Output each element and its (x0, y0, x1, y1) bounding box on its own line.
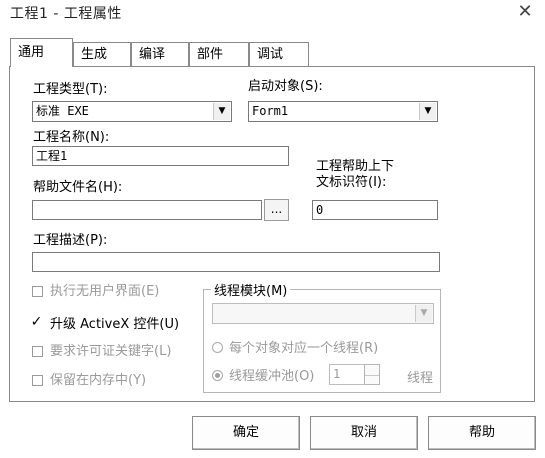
help-file-label: 帮助文件名(H): (33, 180, 123, 195)
project-description-label: 工程描述(P): (33, 233, 108, 248)
chevron-down-icon[interactable]: ▼ (213, 103, 230, 120)
unattended-label: 执行无用户界面(E) (50, 284, 160, 299)
close-icon: ✕ (517, 1, 533, 22)
thread-pool-radio[interactable] (212, 370, 223, 381)
help-file-input[interactable] (32, 200, 262, 220)
browse-label: ... (270, 202, 283, 216)
chevron-down-icon[interactable]: ▼ (419, 103, 436, 120)
tab-general[interactable]: 通用 (10, 38, 73, 67)
help-button-label: 帮助 (468, 425, 495, 440)
thread-pool-label: 线程缓冲池(O) (229, 369, 315, 384)
project-description-input[interactable] (32, 252, 440, 272)
close-button[interactable]: ✕ (510, 0, 540, 24)
project-type-value: 标准 EXE (36, 104, 89, 118)
require-license-label: 要求许可证关键字(L) (50, 344, 172, 359)
project-type-combo[interactable]: 标准 EXE ▼ (32, 101, 232, 122)
help-context-label-line-2: 文标识符(I): (316, 175, 387, 190)
browse-button[interactable]: ... (264, 199, 289, 221)
window-title: 工程1 - 工程属性 (10, 6, 122, 22)
thread-pool-spinner[interactable] (364, 364, 380, 385)
threading-model-title: 线程模块(M) (211, 280, 291, 299)
spinner-divider (365, 375, 379, 376)
upgrade-activex-label: 升级 ActiveX 控件(U) (50, 317, 180, 332)
thread-per-object-radio[interactable] (212, 342, 223, 353)
retain-in-memory-label: 保留在内存中(Y) (50, 373, 147, 388)
thread-pool-input[interactable]: 1 (329, 364, 366, 385)
project-name-input[interactable]: 工程1 (32, 146, 289, 166)
retain-in-memory-checkbox[interactable] (32, 375, 43, 386)
help-context-label: 工程帮助上下 文标识符(I): (316, 159, 394, 191)
cancel-button-label: 取消 (350, 425, 377, 440)
ok-button-label: 确定 (232, 425, 259, 440)
tab-components[interactable]: 部件 (189, 42, 249, 66)
threading-model-combo[interactable]: ▼ (212, 303, 434, 324)
tab-label: 通用 (18, 45, 45, 60)
unattended-checkbox[interactable] (32, 286, 43, 297)
thread-per-object-label: 每个对象对应一个线程(R) (229, 341, 379, 356)
startup-object-value: Form1 (252, 104, 289, 118)
require-license-checkbox[interactable] (32, 346, 43, 357)
startup-object-combo[interactable]: Form1 ▼ (248, 101, 438, 122)
tab-compile[interactable]: 编译 (131, 42, 189, 66)
tab-label: 编译 (139, 47, 166, 62)
project-type-label: 工程类型(T): (33, 82, 108, 97)
tab-debugging[interactable]: 调试 (249, 42, 309, 66)
chevron-down-icon[interactable]: ▼ (415, 305, 432, 322)
thread-pool-unit: 线程 (407, 371, 434, 386)
help-context-id-input[interactable]: 0 (312, 200, 438, 220)
tab-label: 部件 (197, 47, 224, 62)
help-button[interactable]: 帮助 (428, 416, 536, 450)
startup-object-label: 启动对象(S): (248, 79, 323, 94)
upgrade-activex-checkbox[interactable]: ✓ (30, 314, 43, 330)
help-context-label-line-1: 工程帮助上下 (316, 159, 395, 174)
tab-label: 调试 (257, 47, 284, 62)
ok-button[interactable]: 确定 (192, 416, 300, 450)
tab-make[interactable]: 生成 (73, 42, 131, 66)
cancel-button[interactable]: 取消 (310, 416, 418, 450)
project-name-label: 工程名称(N): (33, 130, 110, 145)
tab-label: 生成 (81, 47, 108, 62)
check-icon: ✓ (30, 314, 43, 330)
